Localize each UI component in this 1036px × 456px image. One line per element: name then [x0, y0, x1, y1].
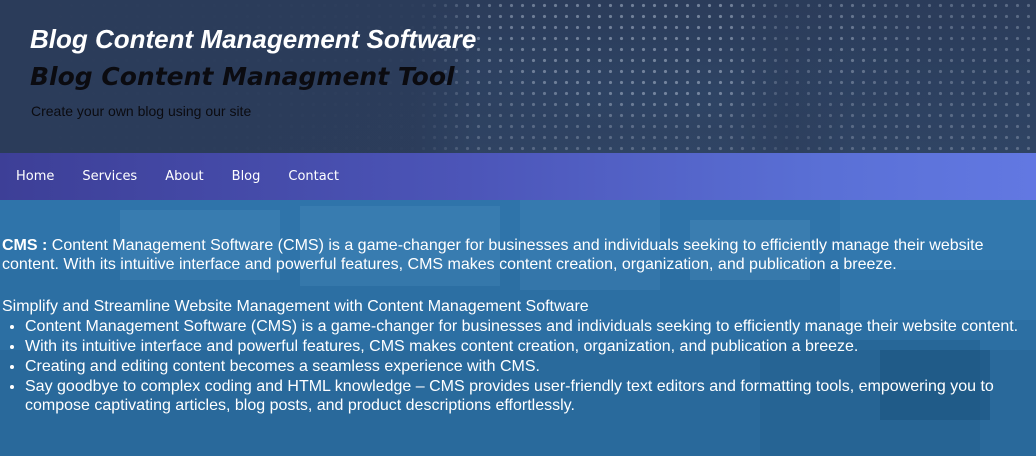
list-item: With its intuitive interface and powerfu…	[25, 337, 1036, 356]
intro-text: Content Management Software (CMS) is a g…	[2, 237, 984, 273]
nav-link-about[interactable]: About	[151, 169, 217, 184]
main-content: CMS : Content Management Software (CMS) …	[0, 200, 1036, 456]
list-item: Say goodbye to complex coding and HTML k…	[25, 377, 1036, 415]
intro-paragraph: CMS : Content Management Software (CMS) …	[2, 236, 1032, 274]
main-nav: Home Services About Blog Contact	[0, 153, 1036, 200]
nav-link-contact[interactable]: Contact	[274, 169, 353, 184]
site-tagline: Create your own blog using our site	[31, 103, 252, 119]
intro-label: CMS :	[2, 237, 48, 254]
list-item: Creating and editing content becomes a s…	[25, 357, 1036, 376]
section-heading: Simplify and Streamline Website Manageme…	[2, 298, 589, 315]
nav-link-services[interactable]: Services	[68, 169, 151, 184]
nav-link-home[interactable]: Home	[0, 169, 68, 184]
feature-list: Content Management Software (CMS) is a g…	[0, 317, 1036, 416]
site-subtitle: Blog Content Managment Tool	[30, 62, 455, 91]
site-title: Blog Content Management Software	[30, 24, 477, 54]
list-item: Content Management Software (CMS) is a g…	[25, 317, 1036, 336]
nav-link-blog[interactable]: Blog	[218, 169, 275, 184]
site-header: Blog Content Management Software Blog Co…	[0, 0, 1036, 153]
